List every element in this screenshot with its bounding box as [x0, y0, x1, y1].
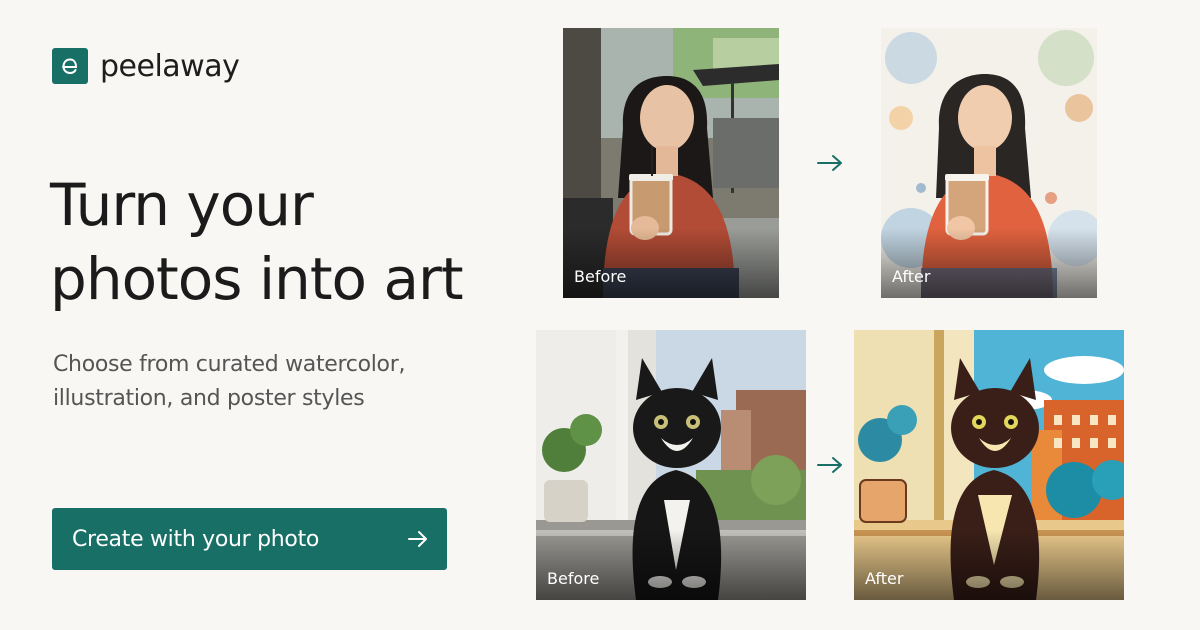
- headline-line-2: photos into art: [50, 245, 464, 313]
- caption-shade: [881, 228, 1097, 298]
- brand-name: peelaway: [100, 48, 240, 84]
- arrow-right-icon: [817, 155, 842, 171]
- subheading: Choose from curated watercolor, illustra…: [53, 348, 405, 416]
- example-woman-after-photo: After: [881, 28, 1097, 298]
- create-with-photo-button[interactable]: Create with your photo: [52, 508, 447, 570]
- page-title: Turn your photos into art: [50, 168, 464, 316]
- subhead-line-2: illustration, and poster styles: [53, 386, 365, 411]
- example-cat-before-photo: Before: [536, 330, 806, 600]
- before-label: Before: [547, 569, 600, 588]
- before-label: Before: [574, 267, 627, 286]
- example-woman-before-photo: Before: [563, 28, 779, 298]
- logo-icon: [52, 48, 88, 84]
- caption-shade: [536, 530, 806, 600]
- arrow-right-icon: [817, 457, 842, 473]
- subhead-line-1: Choose from curated watercolor,: [53, 352, 406, 377]
- headline-line-1: Turn your: [50, 171, 314, 239]
- cta-label: Create with your photo: [72, 526, 320, 552]
- caption-shade: [854, 530, 1124, 600]
- after-label: After: [865, 569, 904, 588]
- arrow-right-icon: [408, 531, 427, 547]
- example-cat-after-photo: After: [854, 330, 1124, 600]
- caption-shade: [563, 228, 779, 298]
- brand-logo[interactable]: peelaway: [52, 48, 240, 84]
- after-label: After: [892, 267, 931, 286]
